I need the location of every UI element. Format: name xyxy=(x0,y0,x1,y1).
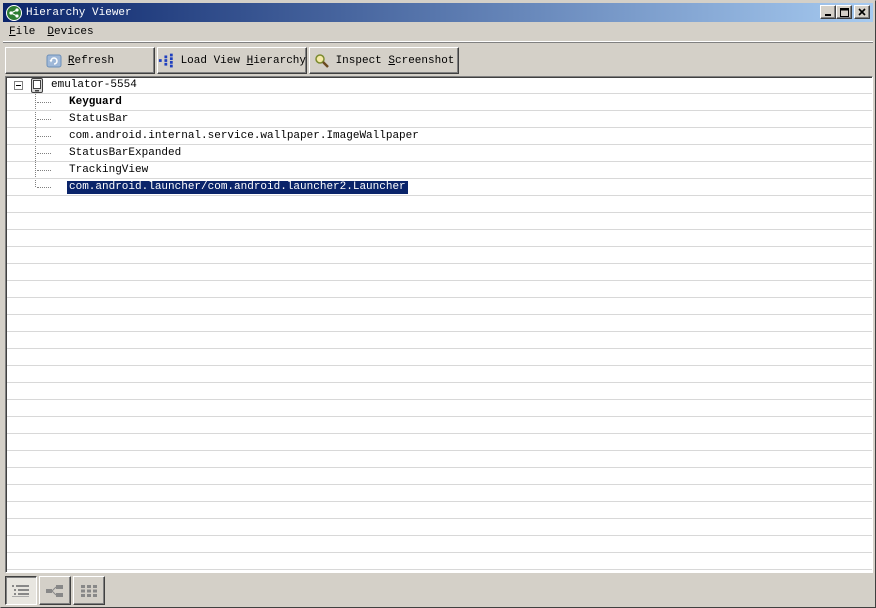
tree-row-empty xyxy=(7,196,872,213)
refresh-label-rest: efresh xyxy=(74,54,115,67)
window-label: StatusBar xyxy=(69,113,129,125)
tree-row-window[interactable]: TrackingView xyxy=(7,162,872,179)
tree-row-device[interactable]: emulator-5554 xyxy=(7,77,872,94)
menu-divider xyxy=(3,42,873,43)
menu-file-hotkey: F xyxy=(9,25,16,38)
tree-row-empty xyxy=(7,213,872,230)
tree-row-empty xyxy=(7,519,872,536)
tree-branch-line xyxy=(37,136,51,137)
close-icon xyxy=(858,8,866,16)
window-label: com.android.internal.service.wallpaper.I… xyxy=(69,130,419,142)
inspect-hotkey: S xyxy=(388,54,395,67)
tree-row-empty xyxy=(7,536,872,553)
menu-file-label: ile xyxy=(15,25,36,38)
list-view-icon xyxy=(12,584,29,597)
menu-bar: File Devices xyxy=(3,23,873,42)
device-icon xyxy=(31,78,43,93)
maximize-icon xyxy=(839,7,849,17)
hierarchy-viewer-app-icon xyxy=(6,4,22,21)
window-title: Hierarchy Viewer xyxy=(26,6,132,19)
hierarchy-icon xyxy=(158,53,173,67)
menu-file[interactable]: File xyxy=(3,24,41,41)
collapse-toggle[interactable] xyxy=(14,81,23,90)
minimize-button[interactable] xyxy=(820,5,836,19)
tree-row-empty xyxy=(7,281,872,298)
view-switcher-bar xyxy=(5,576,105,606)
tree-row-empty xyxy=(7,332,872,349)
tree-row-window[interactable]: com.android.internal.service.wallpaper.I… xyxy=(7,128,872,145)
tree-row-window[interactable]: StatusBarExpanded xyxy=(7,145,872,162)
inspect-screenshot-button[interactable]: Inspect Screenshot xyxy=(309,47,459,74)
minimize-icon xyxy=(825,14,831,16)
tree-row-empty xyxy=(7,434,872,451)
close-button[interactable] xyxy=(854,5,870,19)
refresh-button[interactable]: Refresh xyxy=(5,47,155,74)
tree-row-empty xyxy=(7,553,872,570)
window-label: StatusBarExpanded xyxy=(69,147,182,159)
tree-row-empty xyxy=(7,502,872,519)
tree-row-empty xyxy=(7,400,872,417)
list-view-button[interactable] xyxy=(5,576,37,605)
tree-branch-line xyxy=(37,102,51,103)
tree-row-empty xyxy=(7,264,872,281)
inspect-label-rest: creenshot xyxy=(395,54,455,67)
tree-row-empty xyxy=(7,451,872,468)
tree-row-empty xyxy=(7,230,872,247)
tree-row-window[interactable]: StatusBar xyxy=(7,111,872,128)
tree-row-empty xyxy=(7,485,872,502)
grid-view-button[interactable] xyxy=(73,576,105,605)
tree-row-empty xyxy=(7,468,872,485)
toolbar: Refresh Load View Hierarchy Inspect Scre… xyxy=(5,47,461,74)
window-controls xyxy=(820,5,870,19)
window-tree[interactable]: emulator-5554 Keyguard StatusBar com.androi… xyxy=(5,76,873,573)
tree-row-empty xyxy=(7,366,872,383)
tree-row-empty xyxy=(7,383,872,400)
tree-row-empty xyxy=(7,298,872,315)
device-label: emulator-5554 xyxy=(51,79,137,91)
menu-devices-label: evices xyxy=(54,25,94,38)
tree-row-empty xyxy=(7,247,872,264)
load-view-label-rest: ierarchy xyxy=(253,54,306,67)
load-view-label-pre: Load View xyxy=(180,54,247,67)
magnifier-icon xyxy=(314,53,329,68)
tree-branch-line xyxy=(37,170,51,171)
window-label: Keyguard xyxy=(69,96,122,108)
tree-row-empty xyxy=(7,349,872,366)
refresh-hotkey: R xyxy=(67,54,75,67)
load-view-hierarchy-button[interactable]: Load View Hierarchy xyxy=(157,47,307,74)
tree-branch-line xyxy=(37,153,51,154)
tree-view-icon xyxy=(46,584,63,597)
menu-devices[interactable]: Devices xyxy=(41,24,99,41)
tree-row-empty xyxy=(7,315,872,332)
tree-row-window[interactable]: com.android.launcher/com.android.launche… xyxy=(7,179,872,196)
load-view-hierarchy-label: Load View Hierarchy xyxy=(181,55,306,67)
inspect-screenshot-label: Inspect Screenshot xyxy=(336,55,455,67)
tree-branch-line xyxy=(37,187,51,188)
grid-view-icon xyxy=(81,584,97,597)
inspect-label-pre: Inspect xyxy=(335,54,389,67)
app-window: Hierarchy Viewer File Devices Refresh Lo… xyxy=(0,0,876,608)
tree-row-window[interactable]: Keyguard xyxy=(7,94,872,111)
maximize-button[interactable] xyxy=(836,5,852,19)
title-bar[interactable]: Hierarchy Viewer xyxy=(3,3,873,22)
tree-row-empty xyxy=(7,417,872,434)
tree-view-button[interactable] xyxy=(39,576,71,605)
refresh-icon xyxy=(46,54,62,67)
tree-branch-line xyxy=(37,119,51,120)
window-label: TrackingView xyxy=(69,164,149,176)
refresh-label: Refresh xyxy=(68,55,114,67)
window-label: com.android.launcher/com.android.launche… xyxy=(66,180,409,195)
